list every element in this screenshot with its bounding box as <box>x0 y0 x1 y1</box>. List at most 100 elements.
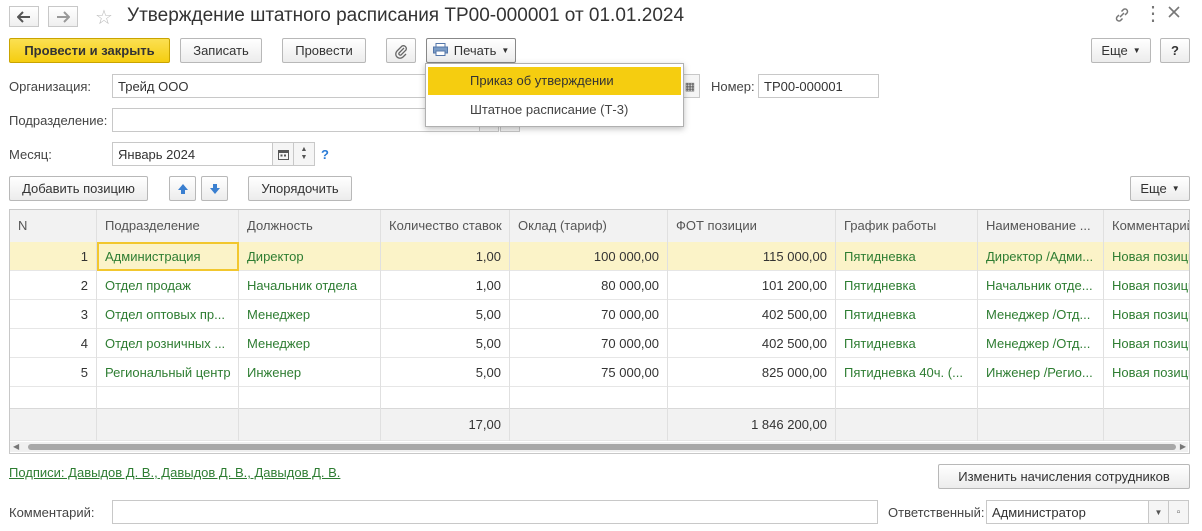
spinner-down-icon[interactable]: ▼ <box>301 154 308 162</box>
signatures-link[interactable]: Подписи: Давыдов Д. В., Давыдов Д. В., Д… <box>9 465 340 480</box>
cell-schedule[interactable]: Пятидневка 40ч. (... <box>836 358 978 387</box>
cell-schedule[interactable]: Пятидневка <box>836 271 978 300</box>
cell-department[interactable]: Отдел продаж <box>97 271 239 300</box>
arrow-right-icon <box>57 10 70 23</box>
column-header-position[interactable]: Должность <box>239 210 381 242</box>
cell-n: 3 <box>10 300 97 329</box>
move-up-button[interactable] <box>169 176 196 201</box>
comment-label: Комментарий: <box>9 505 95 520</box>
scrollbar-thumb[interactable] <box>28 444 1176 450</box>
more-vertical-icon[interactable]: ⋮ <box>1143 1 1163 26</box>
attach-button[interactable] <box>386 38 416 63</box>
horizontal-scrollbar[interactable]: ◀ ▶ <box>10 442 1188 452</box>
cell-salary[interactable]: 75 000,00 <box>510 358 668 387</box>
cell-name[interactable]: Директор /Адми... <box>978 242 1104 271</box>
cell-department[interactable]: Администрация <box>97 242 239 271</box>
cell-position[interactable]: Начальник отдела <box>239 271 381 300</box>
menu-item-approval-order[interactable]: Приказ об утверждении <box>428 67 681 95</box>
organization-label: Организация: <box>9 79 92 94</box>
forward-button[interactable] <box>48 6 78 27</box>
scroll-left-icon[interactable]: ◀ <box>13 442 19 451</box>
cell-department[interactable]: Региональный центр <box>97 358 239 387</box>
number-field[interactable]: ТР00-000001 <box>758 74 879 98</box>
back-button[interactable] <box>9 6 39 27</box>
cell-salary[interactable]: 100 000,00 <box>510 242 668 271</box>
cell-position[interactable]: Менеджер <box>239 300 381 329</box>
cell-comment[interactable]: Новая позиция <box>1104 300 1189 329</box>
column-header-comment[interactable]: Комментарий <box>1104 210 1189 242</box>
cell-comment[interactable]: Новая позиция <box>1104 329 1189 358</box>
cell-rates[interactable]: 5,00 <box>381 300 510 329</box>
add-position-button[interactable]: Добавить позицию <box>9 176 148 201</box>
cell-comment[interactable]: Новая позиция <box>1104 358 1189 387</box>
cell-name[interactable]: Менеджер /Отд... <box>978 300 1104 329</box>
more-button[interactable]: Еще ▼ <box>1091 38 1151 63</box>
column-header-fot[interactable]: ФОТ позиции <box>668 210 836 242</box>
table-row[interactable]: 1 Администрация Директор 1,00 100 000,00… <box>10 242 1189 271</box>
cell-rates[interactable]: 5,00 <box>381 329 510 358</box>
cell-name[interactable]: Начальник отде... <box>978 271 1104 300</box>
cell-department[interactable]: Отдел розничных ... <box>97 329 239 358</box>
favorite-star-icon[interactable]: ☆ <box>95 5 113 30</box>
cell-schedule[interactable]: Пятидневка <box>836 300 978 329</box>
close-icon[interactable] <box>1166 4 1182 23</box>
menu-item-staff-schedule[interactable]: Штатное расписание (Т-3) <box>428 96 681 124</box>
column-header-schedule[interactable]: График работы <box>836 210 978 242</box>
post-and-close-button[interactable]: Провести и закрыть <box>9 38 170 63</box>
column-header-salary[interactable]: Оклад (тариф) <box>510 210 668 242</box>
responsible-dropdown-icon[interactable]: ▼ <box>1148 500 1169 524</box>
cell-position[interactable]: Менеджер <box>239 329 381 358</box>
cell-name[interactable]: Инженер /Регио... <box>978 358 1104 387</box>
cell-name[interactable]: Менеджер /Отд... <box>978 329 1104 358</box>
calendar-icon[interactable] <box>272 142 294 166</box>
positions-table[interactable]: N Подразделение Должность Количество ста… <box>9 209 1190 454</box>
sort-button[interactable]: Упорядочить <box>248 176 352 201</box>
month-field[interactable]: Январь 2024 <box>112 142 274 166</box>
table-more-button[interactable]: Еще ▼ <box>1130 176 1190 201</box>
dropdown-arrow-icon: ▼ <box>1132 46 1141 55</box>
cell-n: 5 <box>10 358 97 387</box>
cell-salary[interactable]: 80 000,00 <box>510 271 668 300</box>
column-header-department[interactable]: Подразделение <box>97 210 239 242</box>
spinner-up-icon[interactable]: ▲ <box>301 146 308 154</box>
cell-position[interactable]: Инженер <box>239 358 381 387</box>
cell-schedule[interactable]: Пятидневка <box>836 329 978 358</box>
table-row[interactable]: 3 Отдел оптовых пр... Менеджер 5,00 70 0… <box>10 300 1189 329</box>
scroll-right-icon[interactable]: ▶ <box>1180 442 1186 451</box>
cell-rates[interactable]: 1,00 <box>381 242 510 271</box>
column-header-name[interactable]: Наименование ... <box>978 210 1104 242</box>
cell-salary[interactable]: 70 000,00 <box>510 300 668 329</box>
print-label: Печать <box>453 43 497 58</box>
cell-comment[interactable]: Новая позиция <box>1104 242 1189 271</box>
help-mark-icon[interactable]: ? <box>321 147 329 162</box>
dropdown-arrow-icon: ▼ <box>1171 184 1180 193</box>
table-row[interactable]: 2 Отдел продаж Начальник отдела 1,00 80 … <box>10 271 1189 300</box>
responsible-field[interactable]: Администратор <box>986 500 1149 524</box>
cell-comment[interactable]: Новая позиция <box>1104 271 1189 300</box>
month-spinner[interactable]: ▲ ▼ <box>293 142 315 166</box>
cell-department[interactable]: Отдел оптовых пр... <box>97 300 239 329</box>
move-down-button[interactable] <box>201 176 228 201</box>
table-header: N Подразделение Должность Количество ста… <box>10 210 1189 242</box>
cell-salary[interactable]: 70 000,00 <box>510 329 668 358</box>
paperclip-icon <box>395 44 407 59</box>
cell-rates[interactable]: 5,00 <box>381 358 510 387</box>
cell-position[interactable]: Директор <box>239 242 381 271</box>
responsible-open-icon[interactable]: ▫ <box>1168 500 1189 524</box>
cell-schedule[interactable]: Пятидневка <box>836 242 978 271</box>
post-button[interactable]: Провести <box>282 38 366 63</box>
column-header-n[interactable]: N <box>10 210 97 242</box>
save-button[interactable]: Записать <box>180 38 262 63</box>
change-accruals-button[interactable]: Изменить начисления сотрудников <box>938 464 1190 489</box>
link-icon[interactable] <box>1113 6 1131 27</box>
column-header-rates[interactable]: Количество ставок <box>381 210 510 242</box>
help-button[interactable]: ? <box>1160 38 1190 63</box>
table-row[interactable]: 4 Отдел розничных ... Менеджер 5,00 70 0… <box>10 329 1189 358</box>
page-title: Утверждение штатного расписания ТР00-000… <box>127 5 685 26</box>
cell-fot: 402 500,00 <box>668 329 836 358</box>
print-button[interactable]: Печать ▼ <box>426 38 516 63</box>
cell-rates[interactable]: 1,00 <box>381 271 510 300</box>
table-row[interactable]: 5 Региональный центр Инженер 5,00 75 000… <box>10 358 1189 387</box>
comment-field[interactable] <box>112 500 878 524</box>
cell-fot: 101 200,00 <box>668 271 836 300</box>
